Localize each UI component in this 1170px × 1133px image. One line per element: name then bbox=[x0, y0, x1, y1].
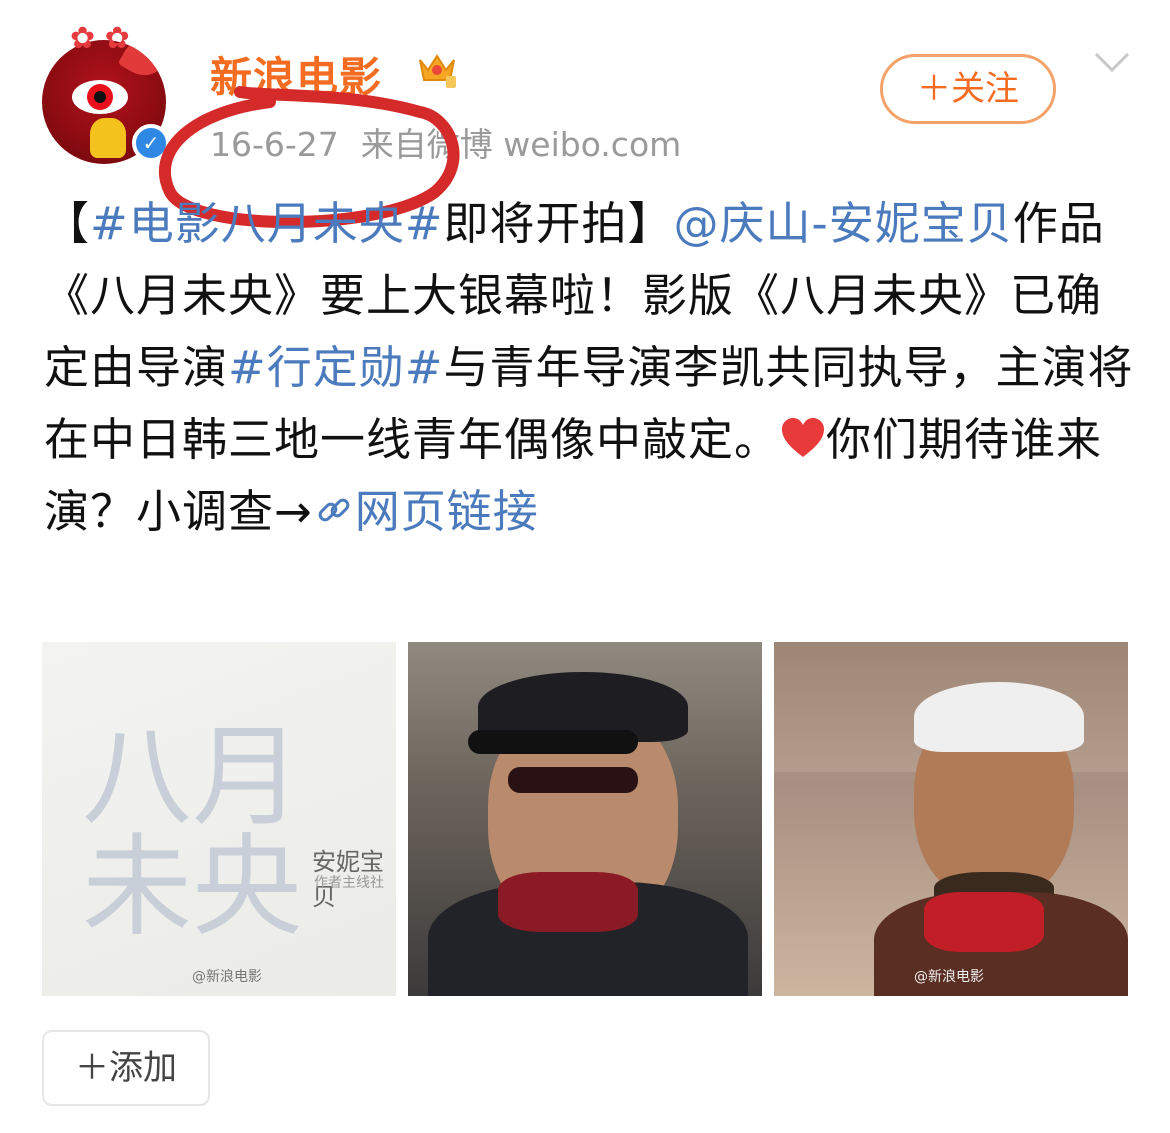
text-segment: 即将开拍】 bbox=[443, 197, 674, 250]
web-link[interactable]: 网页链接 bbox=[355, 485, 539, 538]
hashtag-link[interactable]: #行定勋# bbox=[228, 341, 443, 394]
book-subtitle: 作者主线社 bbox=[314, 875, 384, 891]
heart-emoji-icon bbox=[782, 418, 825, 457]
photo-watermark: @新浪电影 bbox=[914, 969, 984, 985]
post-source: 来自微博 weibo.com bbox=[360, 125, 682, 164]
avatar[interactable]: ✿ ✿ ✓ bbox=[42, 24, 170, 164]
photo-director-1[interactable] bbox=[408, 642, 762, 996]
post-date: 16-6-27 bbox=[210, 125, 339, 164]
verified-badge-icon: ✓ bbox=[132, 124, 170, 162]
text-segment: 【 bbox=[44, 197, 91, 250]
username[interactable]: 新浪电影 bbox=[210, 44, 382, 105]
photo-book-cover[interactable]: 八月未央 安妮宝贝 作者主线社 @新浪电影 bbox=[42, 642, 396, 996]
avatar-flower-decoration: ✿ ✿ bbox=[70, 21, 130, 56]
post-body: 【#电影八月未央#即将开拍】@庆山-安妮宝贝作品《八月未央》要上大银幕啦！影版《… bbox=[44, 188, 1134, 548]
mention-link[interactable]: @庆山-安妮宝贝 bbox=[673, 197, 1012, 250]
add-button[interactable]: ＋添加 bbox=[42, 1030, 210, 1106]
post-meta: 16-6-27 来自微博 weibo.com bbox=[210, 118, 703, 166]
follow-button[interactable]: ＋关注 bbox=[880, 54, 1056, 124]
photo-director-2[interactable]: @新浪电影 bbox=[774, 642, 1128, 996]
link-icon[interactable] bbox=[313, 489, 355, 531]
chevron-down-icon[interactable] bbox=[1092, 48, 1132, 76]
crown-vip-icon bbox=[419, 54, 456, 88]
hashtag-link[interactable]: #电影八月未央# bbox=[90, 197, 443, 250]
photo-watermark: @新浪电影 bbox=[192, 969, 262, 985]
